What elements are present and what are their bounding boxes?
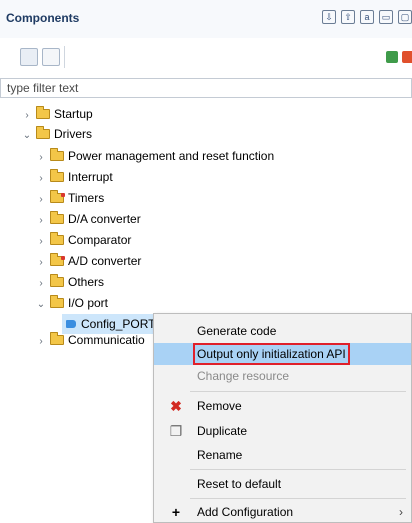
tree-item-label: Interrupt [68,170,113,184]
tree-item-label: Comparator [68,233,132,247]
tree-item-label: Drivers [54,127,92,141]
tree-item-ad-converter[interactable]: › A/D converter [36,251,141,271]
menu-item-reset-to-default[interactable]: Reset to default [154,473,411,495]
hierarchy-view-icon[interactable] [42,48,60,66]
tree-item-label: Power management and reset function [68,149,275,163]
tree-item-comparator[interactable]: › Comparator [36,230,131,250]
folder-warning-icon [50,190,65,203]
tree-item-label: A/D converter [68,254,142,268]
panel-toolbar: ⇩ ⇧ a ▭ ▢ [322,10,412,26]
submenu-arrow-icon: › [399,505,403,519]
folder-icon [36,126,50,139]
sort-az-icon[interactable]: a [360,10,374,24]
component-toolbar [0,40,412,78]
chevron-right-icon[interactable]: › [36,211,46,231]
folder-icon [50,211,64,224]
menu-separator [190,469,406,470]
menu-item-remove[interactable]: ✖ Remove [154,395,411,417]
tree-item-interrupt[interactable]: › Interrupt [36,167,113,187]
tree-item-others[interactable]: › Others [36,272,104,292]
menu-item-generate-code[interactable]: Generate code [154,320,411,342]
tree-item-communications[interactable]: › Communicatio [36,330,153,350]
panel-title: Components [6,11,80,25]
tree-item-label: Startup [54,107,93,121]
tree-item-drivers[interactable]: ⌄ Drivers [22,124,92,144]
chevron-down-icon[interactable]: ⌄ [36,295,46,315]
folder-warning-icon [50,253,65,266]
remove-component-icon[interactable] [402,51,412,63]
add-component-icon[interactable] [386,51,398,63]
menu-separator [190,498,406,499]
folder-icon [50,274,64,287]
panel-header: Components ⇩ ⇧ a ▭ ▢ [0,0,412,38]
remove-icon: ✖ [170,398,182,414]
chevron-right-icon[interactable]: › [36,332,46,350]
chevron-right-icon[interactable]: › [36,232,46,252]
menu-separator [190,391,406,392]
chevron-right-icon[interactable]: › [36,274,46,294]
menu-item-change-resource[interactable]: Change resource [154,365,411,387]
tree-item-power-management[interactable]: › Power management and reset function [36,146,274,166]
tree-item-label: D/A converter [68,212,141,226]
grouped-view-icon[interactable] [20,48,38,66]
maximize-icon[interactable]: ▢ [398,10,412,24]
chevron-right-icon[interactable]: › [36,148,46,168]
folder-icon [50,232,64,245]
chevron-right-icon[interactable]: › [22,106,32,126]
chevron-right-icon[interactable]: › [36,169,46,189]
chevron-right-icon[interactable]: › [36,253,46,273]
export-icon[interactable]: ⇧ [341,10,355,24]
plus-icon: + [171,504,181,520]
component-icon [66,320,76,328]
chevron-down-icon[interactable]: ⌄ [22,126,32,146]
context-menu: Generate code Output only initialization… [153,313,412,523]
tree-item-da-converter[interactable]: › D/A converter [36,209,141,229]
folder-icon [50,169,64,182]
tree-item-label: Config_PORT [81,317,156,331]
menu-item-duplicate[interactable]: ❐ Duplicate [154,420,411,442]
toolbar-separator [64,46,65,68]
tree-item-startup[interactable]: › Startup [22,104,93,124]
duplicate-icon: ❐ [169,423,183,439]
folder-icon [50,332,64,345]
menu-item-add-configuration[interactable]: + Add Configuration › [154,501,411,523]
menu-item-rename[interactable]: Rename [154,444,411,466]
tree-item-label: Timers [68,191,105,205]
folder-icon [50,295,64,308]
tree-item-timers[interactable]: › Timers [36,188,104,208]
tree-item-label: Others [68,275,105,289]
minimize-icon[interactable]: ▭ [379,10,393,24]
filter-input[interactable] [0,78,412,98]
tree-item-label: Communicatio [68,333,145,347]
chevron-right-icon[interactable]: › [36,190,46,210]
tree-item-io-port[interactable]: ⌄ I/O port [36,293,108,313]
folder-icon [50,148,64,161]
folder-icon [36,106,50,119]
menu-item-output-init-api[interactable]: Output only initialization API [154,343,411,365]
tree-item-label: I/O port [68,296,109,310]
collapse-icon[interactable]: ⇩ [322,10,336,24]
